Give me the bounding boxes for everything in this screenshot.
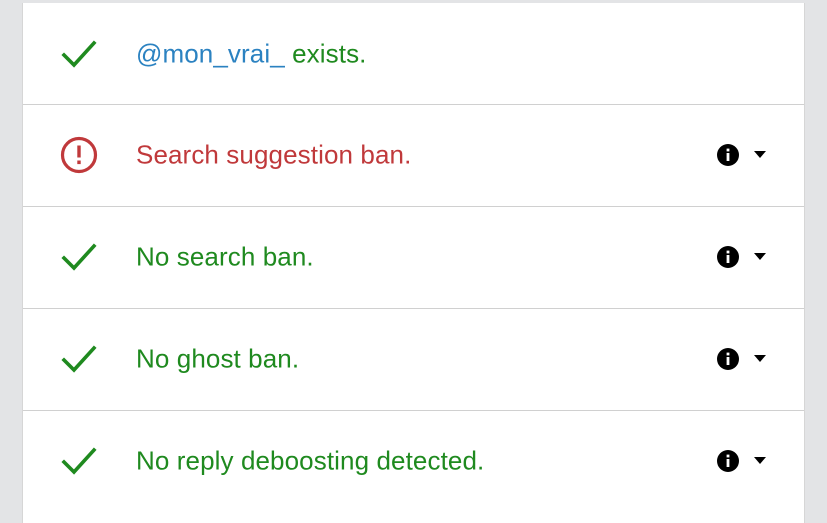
result-label: @mon_vrai_ exists. [136,38,367,69]
result-label: Search suggestion ban. [136,140,411,171]
result-row-search-suggestion-ban: Search suggestion ban. [23,104,804,205]
info-dropdown-button[interactable] [716,345,776,373]
result-text: No reply deboosting detected. [136,445,485,476]
check-icon [59,237,99,277]
chevron-down-icon [754,253,766,261]
chevron-down-icon [754,355,766,363]
account-handle: @mon_vrai_ [136,38,285,68]
result-label: No search ban. [136,242,314,273]
ban-check-results-card: @mon_vrai_ exists. Search suggestion ban… [22,3,805,523]
info-dropdown-button[interactable] [716,243,776,271]
check-icon [59,339,99,379]
info-icon [716,143,740,167]
result-label: No ghost ban. [136,344,299,375]
check-icon [59,34,99,74]
info-icon [716,449,740,473]
result-row-reply-deboosting: No reply deboosting detected. [23,410,804,511]
chevron-down-icon [754,457,766,465]
result-row-ghost-ban: No ghost ban. [23,308,804,409]
result-text: No search ban. [136,241,314,272]
info-icon [716,347,740,371]
result-text: Search suggestion ban. [136,139,412,170]
result-text: exists. [292,38,367,68]
chevron-down-icon [754,151,766,159]
result-row-exists: @mon_vrai_ exists. [23,3,804,104]
info-dropdown-button[interactable] [716,141,776,169]
result-text: No ghost ban. [136,343,300,374]
info-dropdown-button[interactable] [716,447,776,475]
result-label: No reply deboosting detected. [136,446,484,477]
error-circle-icon [59,135,99,175]
info-icon [716,245,740,269]
check-icon [59,441,99,481]
result-row-search-ban: No search ban. [23,206,804,307]
